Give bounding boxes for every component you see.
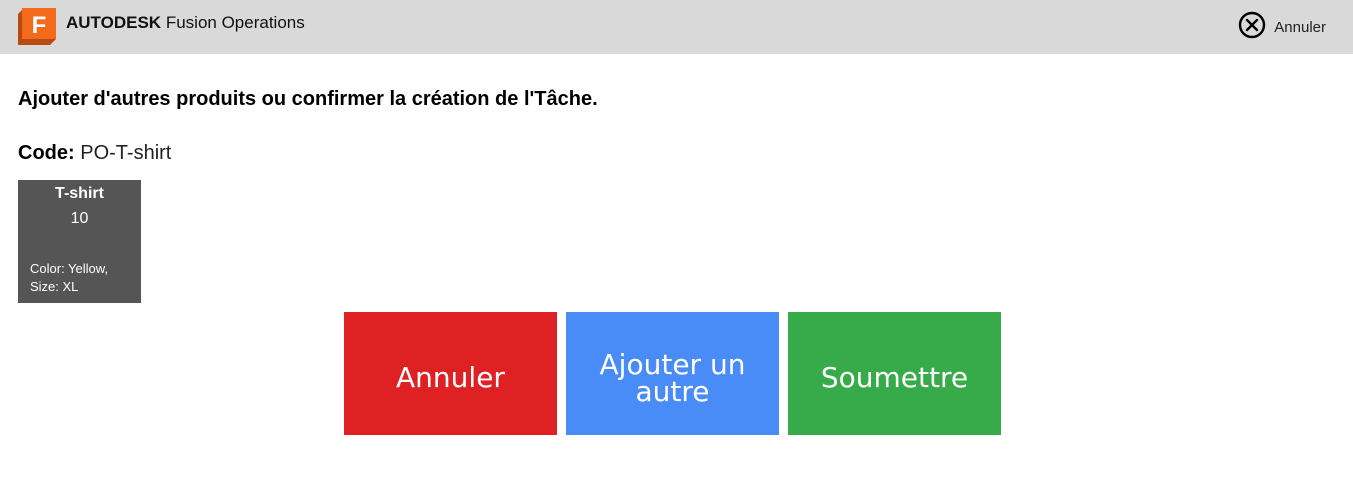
product-quantity: 10 xyxy=(70,210,89,227)
product-tile[interactable]: T-shirt 10 Color: Yellow, Size: XL xyxy=(18,180,141,303)
add-another-button[interactable]: Ajouter un autre xyxy=(566,312,779,435)
code-value: PO-T-shirt xyxy=(80,142,172,164)
header-cancel-label: Annuler xyxy=(1274,18,1326,36)
top-bar: F AUTODESK Fusion Operations Annuler xyxy=(0,0,1353,54)
header-cancel-button[interactable]: Annuler xyxy=(1238,11,1326,44)
app-brand: AUTODESK Fusion Operations xyxy=(66,13,305,33)
page-title: Ajouter d'autres produits ou confirmer l… xyxy=(18,88,598,110)
product-attribute-size: Size: XL xyxy=(30,279,79,294)
code-label: Code: xyxy=(18,142,75,164)
product-attribute-color: Color: Yellow, xyxy=(30,261,109,276)
brand-autodesk: AUTODESK xyxy=(66,13,162,32)
code-line: Code: PO-T-shirt xyxy=(18,142,171,165)
submit-button[interactable]: Soumettre xyxy=(788,312,1001,435)
cancel-button[interactable]: Annuler xyxy=(344,312,557,435)
close-circle-icon xyxy=(1238,11,1266,44)
product-attributes: Color: Yellow, Size: XL xyxy=(30,260,137,296)
brand-product: Fusion Operations xyxy=(165,13,305,32)
svg-text:F: F xyxy=(32,12,47,39)
product-name: T-shirt xyxy=(55,185,104,202)
fusion-logo-icon: F xyxy=(18,8,56,45)
